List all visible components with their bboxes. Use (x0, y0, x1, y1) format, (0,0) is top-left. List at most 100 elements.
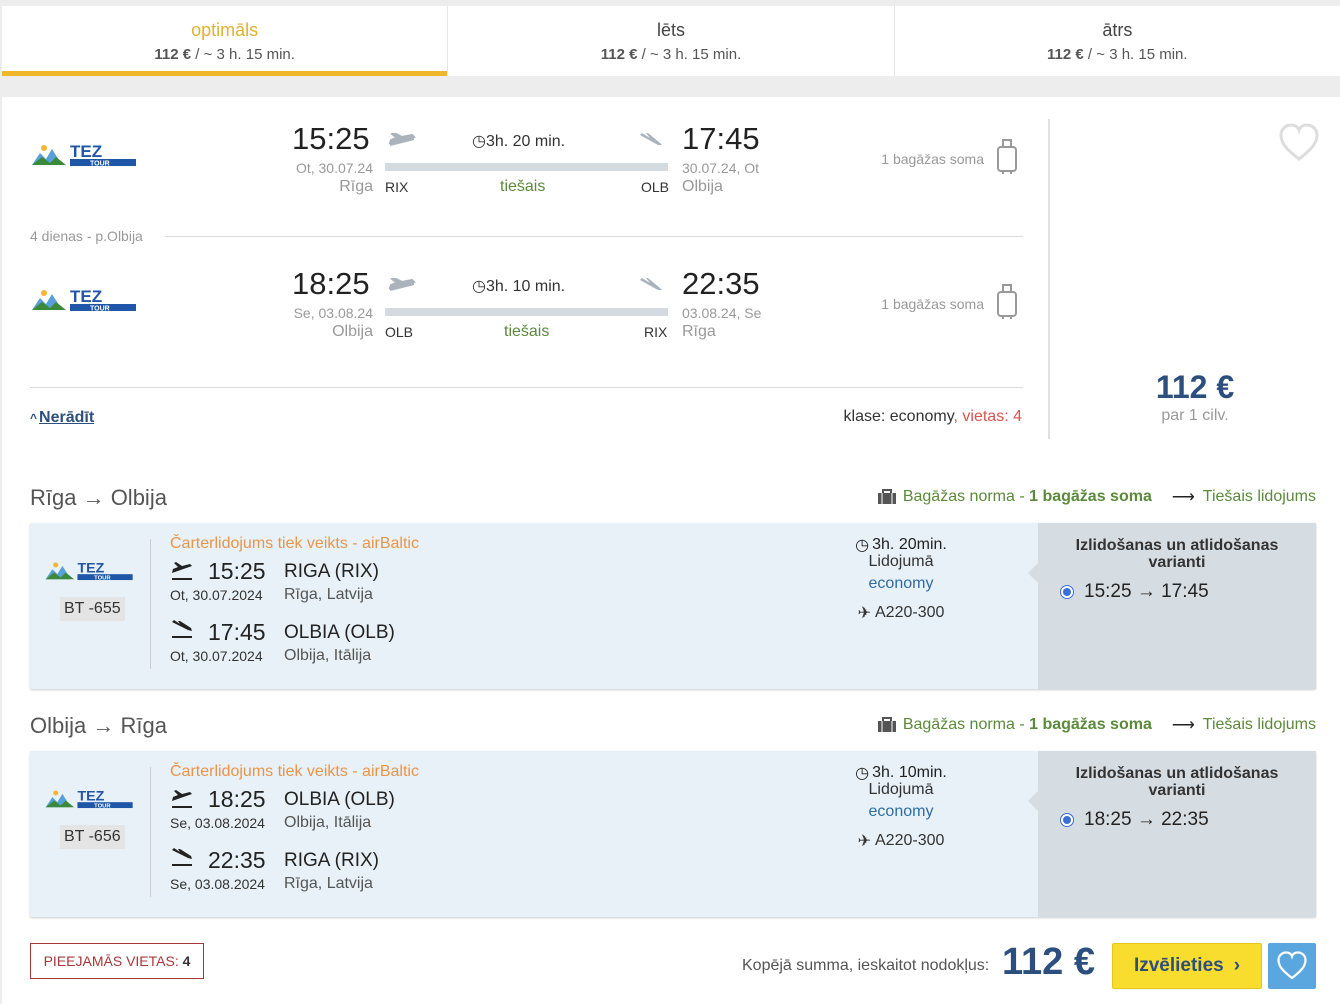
favorite-heart-icon[interactable] (1278, 123, 1320, 163)
flight-options: Izlidošanas un atlidošanas varianti 18:2… (1028, 751, 1316, 917)
tab-info: 112 € / ~ 3 h. 15 min. (1047, 46, 1188, 63)
dep-code: OLB (385, 324, 414, 340)
dep-airport: RIGA (RIX) (284, 561, 380, 582)
total-price: 112 € (1002, 941, 1095, 983)
tez-tour-logo: TEZ TOUR (32, 142, 136, 168)
tab-info: 112 € / ~ 3 h. 15 min. (600, 46, 742, 63)
flight-meta: ◷ 3h. 10min. Lidojumā economy ✈ A220-300 (846, 763, 956, 851)
suitcase-icon (997, 139, 1017, 174)
dep-airport: OLBIA (OLB) (284, 789, 395, 810)
tab-label: lēts (656, 20, 685, 40)
airplane-icon: ✈ (857, 833, 871, 850)
cabin-class: economy (868, 575, 934, 592)
svg-text:TOUR: TOUR (94, 576, 111, 582)
dep-date: Ot, 30.07.24 (295, 160, 373, 176)
arr-time: 17:45 (208, 619, 266, 645)
dep-time: 15:25 (208, 558, 266, 584)
duration: 3h. 20min. (872, 536, 947, 553)
baggage-label: 1 bagāžas soma (881, 296, 984, 312)
clock-icon: ◷ (855, 765, 870, 782)
select-button[interactable]: Izvēlieties › (1112, 943, 1262, 989)
summary-outbound: TEZ TOUR 15:25 Ot, 30.07.24 Rīga RIX ◷3h… (30, 117, 1025, 207)
svg-text:TEZ: TEZ (77, 789, 104, 805)
duration: 3h. 10min. (872, 764, 947, 781)
dep-date: Ot, 30.07.2024 (170, 587, 263, 603)
svg-text:TOUR: TOUR (90, 161, 110, 168)
baggage-icon (877, 489, 896, 504)
landing-icon (640, 278, 662, 290)
takeoff-icon (172, 790, 192, 808)
tab-label: optimāls (191, 20, 259, 40)
takeoff-icon (388, 133, 416, 146)
flight-detail-inbound: TEZ TOUR BT -656 Čarterlidojums tiek vei… (30, 751, 1316, 917)
charter-info: Čarterlidojums tiek veikts - airBaltic (170, 763, 419, 780)
dep-time: 15:25 (292, 121, 370, 156)
divider (150, 767, 151, 897)
arr-city: Olbija, Itālija (284, 647, 372, 664)
sort-tabs: optimāls 112 € / ~ 3 h. 15 min. lēts 112… (2, 6, 1340, 76)
dep-time: 18:25 (292, 266, 370, 301)
divider (165, 236, 1023, 237)
divider (30, 387, 1023, 388)
landing-icon (172, 620, 192, 638)
flight-option[interactable]: 18:25 → 22:35 (1060, 809, 1316, 831)
arrow-right-icon: ⟶ (1171, 489, 1195, 506)
direct-label: tiešais (504, 323, 550, 340)
takeoff-icon (388, 278, 416, 291)
dep-city: Rīga (339, 178, 373, 195)
direct-label: tiešais (500, 178, 546, 195)
divider (150, 539, 151, 669)
flight-number: BT -655 (60, 597, 125, 621)
flight-meta: ◷ 3h. 20min. Lidojumā economy ✈ A220-300 (846, 535, 956, 623)
arr-date: 30.07.24, Ot (682, 160, 760, 176)
arr-city: Rīga, Latvija (284, 875, 373, 892)
svg-text:TOUR: TOUR (94, 804, 111, 810)
flight-option[interactable]: 15:25 → 17:45 (1060, 581, 1316, 603)
route-title: Olbija → Rīga (30, 713, 167, 738)
clock-icon: ◷ (472, 133, 486, 150)
price-per-person: par 1 cilv. (1161, 407, 1229, 424)
route-line (385, 308, 668, 316)
radio-selected[interactable] (1060, 813, 1074, 827)
clock-icon: ◷ (855, 537, 870, 554)
available-seats: PIEEJAMĀS VIETAS: 4 (30, 943, 204, 979)
arrow-right-icon: ⟶ (1171, 717, 1195, 734)
flight-detail-outbound: TEZ TOUR BT -655 Čarterlidojums tiek vei… (30, 523, 1316, 689)
svg-text:TOUR: TOUR (90, 306, 110, 313)
duration-label: Lidojumā (868, 553, 934, 570)
tez-tour-logo: TEZ TOUR (45, 789, 133, 810)
class-info: klase: economy, vietas: 4 (843, 408, 1022, 425)
favorite-button[interactable] (1268, 943, 1316, 989)
route-title: Rīga → Olbija (30, 485, 167, 510)
dep-code: RIX (385, 179, 409, 195)
arr-time: 22:35 (682, 266, 760, 301)
arr-date: 03.08.24, Se (682, 305, 762, 321)
dep-time: 18:25 (208, 786, 266, 812)
svg-text:TEZ: TEZ (70, 287, 102, 306)
arr-airport: OLBIA (OLB) (284, 622, 395, 643)
aircraft-type: A220-300 (875, 604, 945, 621)
dep-date: Se, 03.08.24 (293, 305, 373, 321)
options-title: Izlidošanas un atlidošanas varianti (1075, 765, 1279, 799)
arr-code: RIX (644, 324, 668, 340)
svg-text:TEZ: TEZ (77, 561, 104, 577)
duration-label: Lidojumā (868, 781, 934, 798)
tab-optimal[interactable]: optimāls 112 € / ~ 3 h. 15 min. (2, 6, 449, 76)
tab-fast[interactable]: ātrs 112 € / ~ 3 h. 15 min. (894, 6, 1340, 76)
radio-selected[interactable] (1060, 585, 1074, 599)
price: 112 € (1155, 369, 1235, 405)
hide-details-link[interactable]: ^ Nerādīt (30, 409, 94, 427)
arr-time: 22:35 (208, 847, 266, 873)
route-info: Bagāžas norma - 1 bagāžas soma ⟶ Tiešais… (877, 715, 1316, 735)
landing-icon (172, 848, 192, 866)
summary-inbound: TEZ TOUR 18:25 Se, 03.08.24 Olbija OLB ◷… (30, 262, 1025, 352)
baggage-label: 1 bagāžas soma (881, 151, 984, 167)
dep-city: Olbija (332, 323, 373, 340)
takeoff-icon (172, 562, 192, 580)
arr-date: Ot, 30.07.2024 (170, 648, 263, 664)
tab-cheap[interactable]: lēts 112 € / ~ 3 h. 15 min. (448, 6, 895, 76)
flight-card: TEZ TOUR 15:25 Ot, 30.07.24 Rīga RIX ◷3h… (2, 97, 1340, 1004)
arr-city: Olbija (682, 178, 723, 195)
chevron-right-icon: › (1233, 955, 1241, 976)
charter-info: Čarterlidojums tiek veikts - airBaltic (170, 535, 419, 552)
